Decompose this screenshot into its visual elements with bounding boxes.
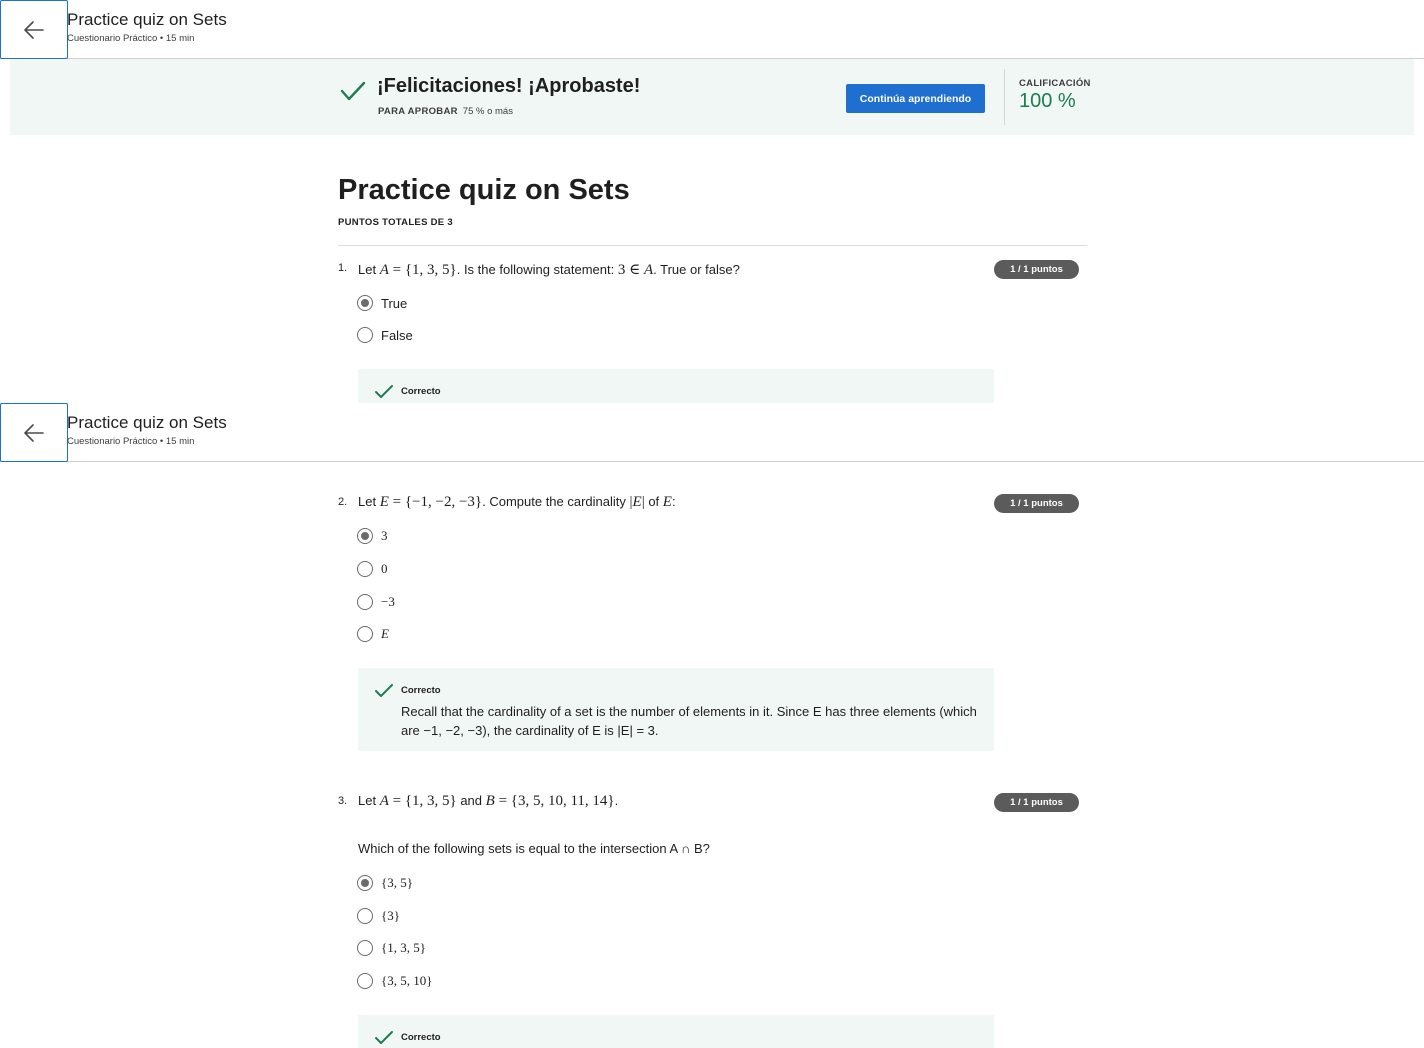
question-number: 3. <box>338 795 348 807</box>
divider <box>1004 69 1005 125</box>
check-icon <box>340 81 366 101</box>
question-text: Let A = {1, 3, 5}. Is the following stat… <box>358 262 740 278</box>
check-icon <box>375 684 393 697</box>
check-icon <box>375 1031 393 1044</box>
option-set-3[interactable]: {3} <box>357 907 400 925</box>
question-number: 2. <box>338 496 348 508</box>
back-button[interactable] <box>0 0 68 59</box>
course-subtitle: Cuestionario Práctico • 15 min <box>67 436 195 447</box>
top-bar: Practice quiz on Sets Cuestionario Práct… <box>0 403 1424 462</box>
back-button[interactable] <box>0 403 68 462</box>
points-badge: 1 / 1 puntos <box>994 260 1079 279</box>
feedback-text: Recall that the cardinality of a set is … <box>401 704 977 738</box>
arrow-left-icon <box>24 20 44 39</box>
option-set-3-5[interactable]: {3, 5} <box>357 874 413 892</box>
continue-learning-button[interactable]: Continúa aprendiendo <box>846 84 985 113</box>
option-0[interactable]: 0 <box>357 560 388 578</box>
pass-banner: ¡Felicitaciones! ¡Aprobaste! PARA APROBA… <box>10 59 1414 135</box>
pass-requirement: PARA APROBAR 75 % o más <box>378 106 513 117</box>
grade-label: CALIFICACIÓN <box>1019 78 1091 89</box>
option-label: {3} <box>381 908 400 923</box>
option-label: {3, 5} <box>381 875 413 890</box>
feedback-title: Correcto <box>401 386 441 397</box>
radio-button[interactable] <box>357 973 373 989</box>
top-bar: Practice quiz on Sets Cuestionario Práct… <box>0 0 1424 59</box>
radio-button[interactable] <box>357 528 373 544</box>
option-set-1-3-5[interactable]: {1, 3, 5} <box>357 939 426 957</box>
divider <box>338 245 1087 246</box>
radio-button[interactable] <box>357 561 373 577</box>
radio-button[interactable] <box>357 295 373 311</box>
check-icon <box>375 385 393 398</box>
pass-value: 75 % o más <box>462 106 513 117</box>
question-number: 1. <box>338 262 348 274</box>
radio-button[interactable] <box>357 908 373 924</box>
option-3[interactable]: 3 <box>357 527 388 545</box>
page-title: Practice quiz on Sets <box>338 174 630 206</box>
grade-value: 100 % <box>1019 90 1076 112</box>
feedback-title: Correcto <box>401 1032 441 1043</box>
course-subtitle: Cuestionario Práctico • 15 min <box>67 33 195 44</box>
radio-button[interactable] <box>357 327 373 343</box>
radio-button[interactable] <box>357 594 373 610</box>
option-true[interactable]: True <box>357 294 407 312</box>
question-prompt: Which of the following sets is equal to … <box>358 841 710 856</box>
course-title: Practice quiz on Sets <box>67 10 227 29</box>
option-e[interactable]: E <box>357 625 389 643</box>
option-label: False <box>381 327 413 343</box>
option-label: True <box>381 295 408 311</box>
points-badge: 1 / 1 puntos <box>994 494 1079 513</box>
option-false[interactable]: False <box>357 326 413 344</box>
feedback-box: Correcto <box>358 369 994 403</box>
option-label: 0 <box>381 561 388 576</box>
radio-button[interactable] <box>357 940 373 956</box>
option-label: {1, 3, 5} <box>381 940 426 955</box>
question-text: Let A = {1, 3, 5} and B = {3, 5, 10, 11,… <box>358 793 619 809</box>
question-text: Let E = {−1, −2, −3}. Compute the cardin… <box>358 494 676 510</box>
option-minus-3[interactable]: −3 <box>357 593 395 611</box>
radio-button[interactable] <box>357 626 373 642</box>
option-label: E <box>381 626 389 641</box>
pass-label: PARA APROBAR <box>378 106 458 117</box>
total-points: PUNTOS TOTALES DE 3 <box>338 217 453 228</box>
points-badge: 1 / 1 puntos <box>994 793 1079 812</box>
feedback-title: Correcto <box>401 685 441 696</box>
congrats-title: ¡Felicitaciones! ¡Aprobaste! <box>377 75 641 97</box>
feedback-box: Correcto <box>358 1015 994 1048</box>
feedback-box: Correcto Recall that the cardinality of … <box>358 668 994 751</box>
option-label: −3 <box>381 594 395 609</box>
option-set-3-5-10[interactable]: {3, 5, 10} <box>357 972 432 990</box>
course-title: Practice quiz on Sets <box>67 413 227 432</box>
arrow-left-icon <box>24 423 44 442</box>
option-label: 3 <box>381 528 388 543</box>
radio-button[interactable] <box>357 875 373 891</box>
option-label: {3, 5, 10} <box>381 973 433 988</box>
